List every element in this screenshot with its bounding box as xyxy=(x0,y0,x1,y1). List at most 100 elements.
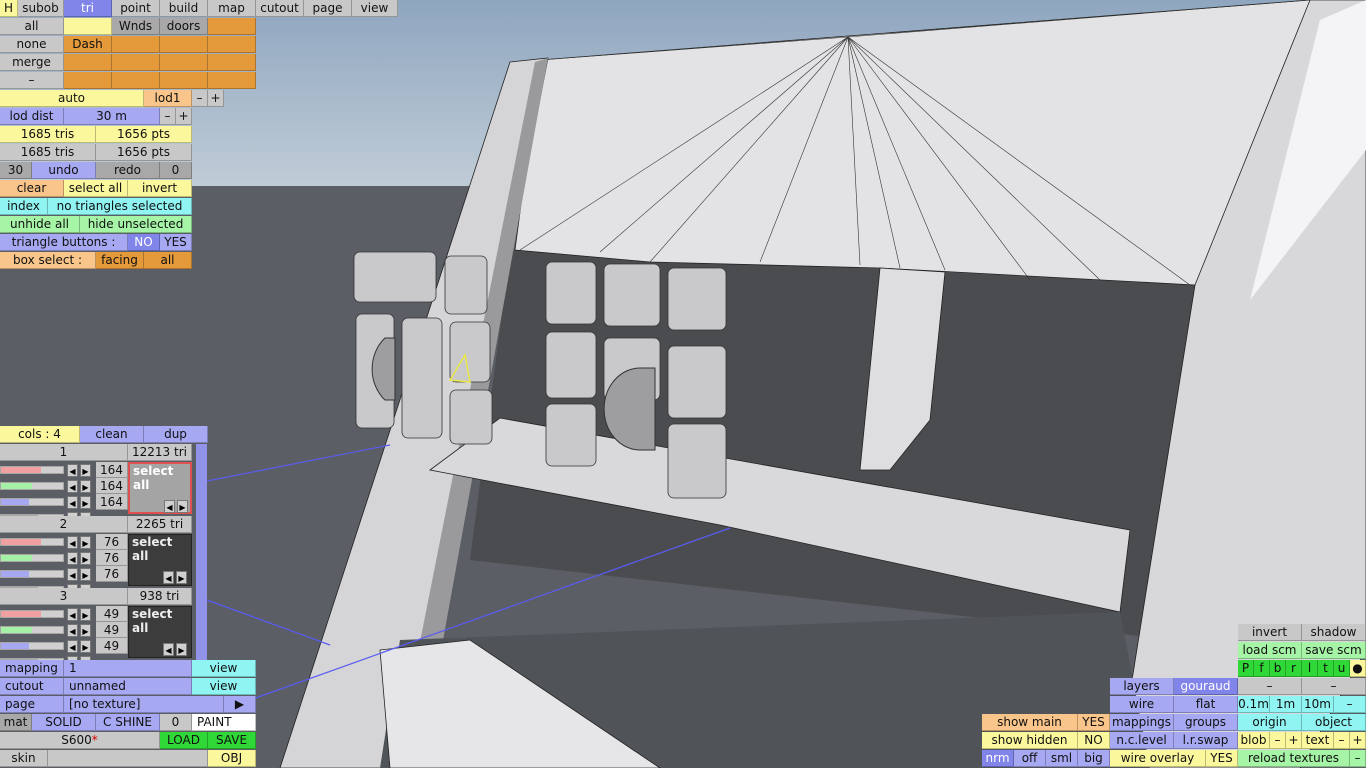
next-arrow-icon[interactable]: ▶ xyxy=(176,571,187,584)
blob-minus[interactable]: – xyxy=(1270,732,1286,749)
increment-arrow-icon[interactable]: ▶ xyxy=(80,608,91,621)
increment-arrow-icon[interactable]: ▶ xyxy=(80,496,91,509)
view-dir-7[interactable]: ● xyxy=(1350,660,1366,677)
decrement-arrow-icon[interactable]: ◀ xyxy=(67,568,78,581)
minus-button[interactable]: – xyxy=(0,72,64,89)
tab-subob[interactable]: subob xyxy=(18,0,64,17)
group-cell[interactable] xyxy=(208,36,256,53)
tab-build[interactable]: build xyxy=(160,0,208,17)
hide-unselected-button[interactable]: hide unselected xyxy=(80,216,192,233)
view-dir-5[interactable]: t xyxy=(1318,660,1334,677)
prev-arrow-icon[interactable]: ◀ xyxy=(163,643,174,656)
lod-minus-button[interactable]: – xyxy=(192,90,208,107)
box-select-all[interactable]: all xyxy=(144,252,192,269)
lod-plus-button[interactable]: + xyxy=(208,90,224,107)
group-cell[interactable] xyxy=(160,36,208,53)
select-all-groups[interactable]: all xyxy=(0,18,64,35)
tab-cutout[interactable]: cutout xyxy=(256,0,304,17)
decrement-arrow-icon[interactable]: ◀ xyxy=(67,640,78,653)
group-dash[interactable]: Dash xyxy=(64,36,112,53)
lod-auto-button[interactable]: auto xyxy=(0,90,144,107)
clean-button[interactable]: clean xyxy=(80,426,144,443)
select-all-button[interactable]: select all xyxy=(64,180,128,197)
material-select-all[interactable]: select all xyxy=(132,607,191,635)
load-scm-button[interactable]: load scm xyxy=(1238,642,1302,659)
grid-minus-button[interactable]: – xyxy=(1334,696,1366,713)
color-slider[interactable] xyxy=(0,498,64,506)
tab-page[interactable]: page xyxy=(304,0,352,17)
object-button[interactable]: object xyxy=(1302,714,1366,731)
color-slider[interactable] xyxy=(0,610,64,618)
group-wnds[interactable]: Wnds xyxy=(112,18,160,35)
page-arrow-button[interactable]: ▶ xyxy=(224,696,256,713)
decrement-arrow-icon[interactable]: ◀ xyxy=(67,624,78,637)
increment-arrow-icon[interactable]: ▶ xyxy=(80,624,91,637)
redo-button[interactable]: redo xyxy=(96,162,160,179)
increment-arrow-icon[interactable]: ▶ xyxy=(80,464,91,477)
decrement-arrow-icon[interactable]: ◀ xyxy=(67,552,78,565)
increment-arrow-icon[interactable]: ▶ xyxy=(80,536,91,549)
save-button[interactable]: SAVE xyxy=(208,732,256,749)
color-slider[interactable] xyxy=(0,626,64,634)
prev-arrow-icon[interactable]: ◀ xyxy=(163,571,174,584)
dash-button[interactable]: – xyxy=(1302,678,1366,695)
layers-button[interactable]: layers xyxy=(1110,678,1174,695)
material-scrollbar[interactable] xyxy=(196,444,207,660)
groups-button[interactable]: groups xyxy=(1174,714,1238,731)
view-dir-2[interactable]: b xyxy=(1270,660,1286,677)
undo-button[interactable]: undo xyxy=(32,162,96,179)
view-dir-1[interactable]: f xyxy=(1254,660,1270,677)
text-minus[interactable]: – xyxy=(1334,732,1350,749)
off-button[interactable]: off xyxy=(1014,750,1046,767)
merge-button[interactable]: merge xyxy=(0,54,64,71)
sml-button[interactable]: sml xyxy=(1046,750,1078,767)
wire-overlay-yes[interactable]: YES xyxy=(1206,750,1238,767)
select-none[interactable]: none xyxy=(0,36,64,53)
mappings-button[interactable]: mappings xyxy=(1110,714,1174,731)
increment-arrow-icon[interactable]: ▶ xyxy=(80,568,91,581)
lod-dist-plus[interactable]: + xyxy=(176,108,192,125)
color-slider[interactable] xyxy=(0,538,64,546)
load-button[interactable]: LOAD xyxy=(160,732,208,749)
text-button[interactable]: text xyxy=(1302,732,1334,749)
prev-arrow-icon[interactable]: ◀ xyxy=(164,500,175,513)
mapping-view-button[interactable]: view xyxy=(192,660,256,677)
group-cell[interactable] xyxy=(112,54,160,71)
dup-button[interactable]: dup xyxy=(144,426,208,443)
paint-button[interactable]: PAINT xyxy=(192,714,256,731)
grid-10m-button[interactable]: 10m xyxy=(1302,696,1334,713)
lod-dist-minus[interactable]: – xyxy=(160,108,176,125)
material-swatch[interactable]: select all ◀ ▶ xyxy=(128,534,192,586)
obj-button[interactable]: OBJ xyxy=(208,750,256,767)
clear-button[interactable]: clear xyxy=(0,180,64,197)
solid-button[interactable]: SOLID xyxy=(32,714,96,731)
page-value[interactable]: [no texture] xyxy=(64,696,224,713)
group-cell[interactable] xyxy=(208,54,256,71)
tab-view[interactable]: view xyxy=(352,0,398,17)
lr-swap-button[interactable]: l.r.swap xyxy=(1174,732,1238,749)
invert-view-button[interactable]: invert xyxy=(1238,624,1302,641)
material-select-all[interactable]: select all xyxy=(133,464,190,492)
triangle-buttons-no[interactable]: NO xyxy=(128,234,160,251)
group-cell[interactable] xyxy=(64,72,112,89)
group-cell[interactable] xyxy=(64,18,112,35)
color-slider[interactable] xyxy=(0,466,64,474)
view-dir-3[interactable]: r xyxy=(1286,660,1302,677)
blob-button[interactable]: blob xyxy=(1238,732,1270,749)
material-swatch[interactable]: select all ◀ ▶ xyxy=(128,606,192,658)
tab-tri[interactable]: tri xyxy=(64,0,112,17)
box-select-facing[interactable]: facing xyxy=(96,252,144,269)
group-cell[interactable] xyxy=(160,72,208,89)
index-button[interactable]: index xyxy=(0,198,48,215)
increment-arrow-icon[interactable]: ▶ xyxy=(80,480,91,493)
group-cell[interactable] xyxy=(112,36,160,53)
c-shine-button[interactable]: C SHINE xyxy=(96,714,160,731)
cutout-value[interactable]: unnamed xyxy=(64,678,192,695)
show-hidden-no[interactable]: NO xyxy=(1078,732,1110,749)
text-plus[interactable]: + xyxy=(1350,732,1366,749)
reload-textures-button[interactable]: reload textures xyxy=(1238,750,1350,767)
tab-h[interactable]: H xyxy=(0,0,18,17)
unhide-all-button[interactable]: unhide all xyxy=(0,216,80,233)
color-slider[interactable] xyxy=(0,570,64,578)
show-main-yes[interactable]: YES xyxy=(1078,714,1110,731)
